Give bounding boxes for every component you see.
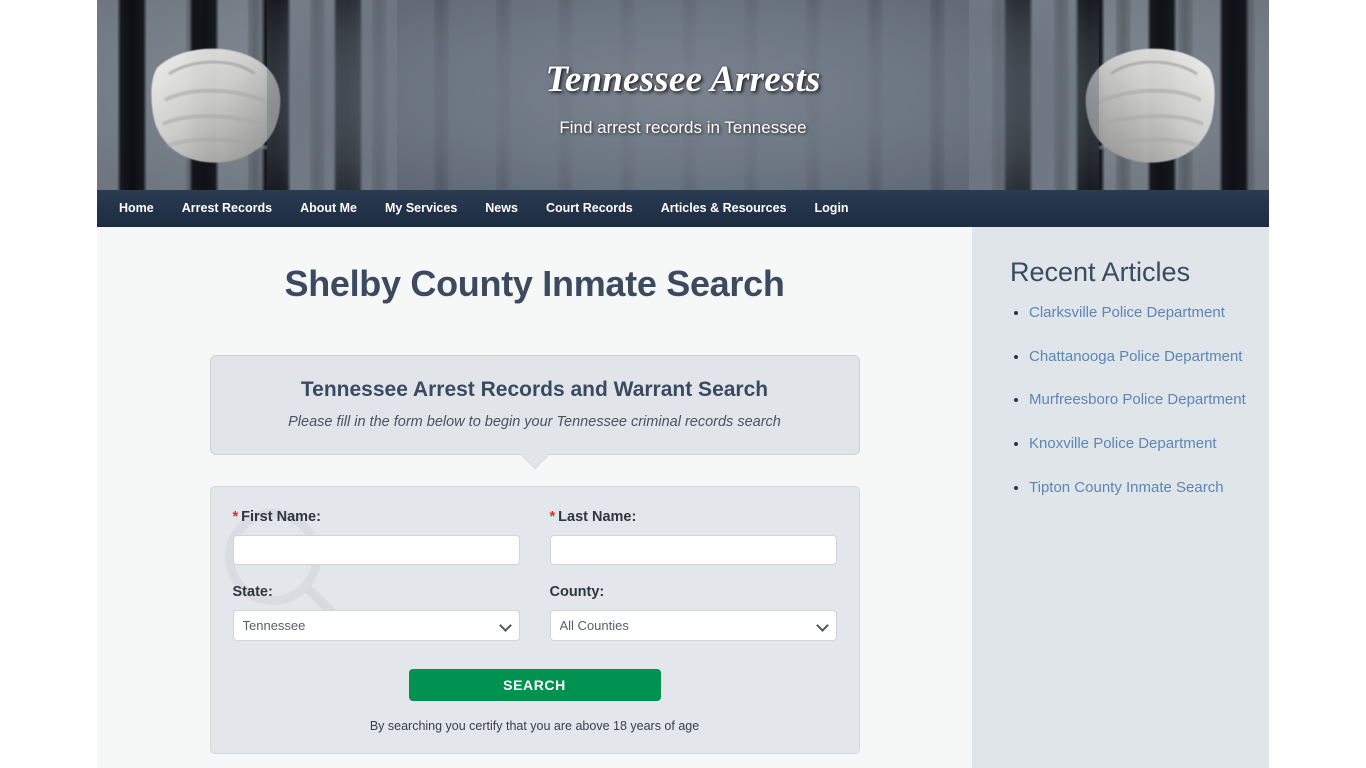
list-item: Tipton County Inmate Search [1029, 477, 1247, 500]
list-item: Clarksville Police Department [1029, 302, 1247, 325]
body-wrapper: Shelby County Inmate Search Tennessee Ar… [97, 227, 1269, 768]
page-root: Tennessee Arrests Find arrest records in… [0, 0, 1366, 768]
last-name-field-group: * Last Name: [549, 509, 837, 565]
first-name-field-group: * First Name: [232, 509, 520, 565]
page-title: Shelby County Inmate Search [284, 263, 785, 304]
site-banner: Tennessee Arrests Find arrest records in… [97, 0, 1269, 190]
first-name-label: * First Name: [233, 509, 520, 525]
first-name-label-text: First Name: [241, 509, 321, 525]
nav-item-about-me[interactable]: About Me [286, 190, 371, 227]
sidebar-article-link-clarksville[interactable]: Clarksville Police Department [1029, 304, 1225, 321]
nav-item-my-services[interactable]: My Services [371, 190, 471, 227]
sidebar-article-link-murfreesboro[interactable]: Murfreesboro Police Department [1029, 391, 1246, 408]
nav-item-news[interactable]: News [471, 190, 532, 227]
first-name-input[interactable] [232, 535, 520, 565]
banner-text-block: Tennessee Arrests Find arrest records in… [97, 0, 1269, 138]
callout-subtitle: Please fill in the form below to begin y… [288, 414, 781, 430]
nav-item-court-records[interactable]: Court Records [532, 190, 647, 227]
sidebar-title: Recent Articles [1010, 257, 1191, 287]
nav-item-login[interactable]: Login [801, 190, 863, 227]
first-name-required-marker: * [232, 509, 239, 525]
age-disclaimer-text: By searching you certify that you are ab… [369, 719, 700, 733]
last-name-input[interactable] [549, 535, 837, 565]
callout-pointer-triangle [520, 454, 549, 468]
form-row-names: * First Name: * Last Name: [232, 509, 837, 565]
recent-articles-list: Clarksville Police Department Chattanoog… [1010, 302, 1247, 500]
nav-item-articles-resources[interactable]: Articles & Resources [647, 190, 801, 227]
county-select-wrapper: All Counties [549, 610, 837, 641]
form-row-spacer [233, 565, 837, 584]
last-name-label-text: Last Name: [558, 509, 637, 525]
site-title: Tennessee Arrests [545, 59, 821, 100]
site-tagline: Find arrest records in Tennessee [559, 118, 807, 137]
sidebar: Recent Articles Clarksville Police Depar… [972, 227, 1269, 768]
main-navigation: Home Arrest Records About Me My Services… [97, 190, 1269, 227]
sidebar-article-link-tipton[interactable]: Tipton County Inmate Search [1029, 479, 1224, 496]
last-name-required-marker: * [549, 509, 556, 525]
list-item: Knoxville Police Department [1029, 433, 1247, 456]
form-row-location: State: Tennessee County: All Counties [232, 584, 837, 641]
county-label: County: [549, 584, 605, 600]
state-label: State: [232, 584, 273, 600]
search-callout-box: Tennessee Arrest Records and Warrant Sea… [209, 355, 860, 468]
county-select[interactable]: All Counties [549, 610, 837, 641]
callout-title: Tennessee Arrest Records and Warrant Sea… [300, 378, 769, 401]
list-item: Murfreesboro Police Department [1029, 389, 1247, 412]
site-container: Tennessee Arrests Find arrest records in… [97, 0, 1269, 768]
list-item: Chattanooga Police Department [1029, 346, 1247, 369]
nav-item-home[interactable]: Home [105, 190, 168, 227]
sidebar-article-link-knoxville[interactable]: Knoxville Police Department [1029, 435, 1217, 452]
state-select-wrapper: Tennessee [232, 610, 520, 641]
search-button[interactable]: SEARCH [408, 669, 661, 701]
state-field-group: State: Tennessee [232, 584, 520, 641]
inmate-search-form: * First Name: * Last Name: State: Tennes… [209, 486, 860, 754]
state-select[interactable]: Tennessee [232, 610, 520, 641]
county-field-group: County: All Counties [549, 584, 837, 641]
last-name-label: * Last Name: [550, 509, 837, 525]
main-content-column: Shelby County Inmate Search Tennessee Ar… [97, 227, 972, 768]
sidebar-article-link-chattanooga[interactable]: Chattanooga Police Department [1029, 348, 1242, 365]
nav-item-arrest-records[interactable]: Arrest Records [168, 190, 286, 227]
